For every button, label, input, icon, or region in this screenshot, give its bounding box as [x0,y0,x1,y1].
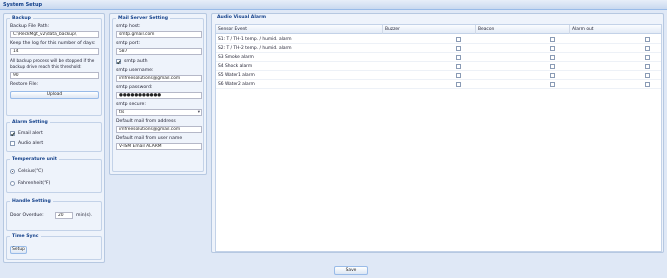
alarm-grid: Sensor Event Buzzer Beacon Alarm out S1:… [215,24,662,252]
col-header-event[interactable]: Sensor Event [216,25,383,34]
event-cell: S5 Water1 alarm [218,73,255,78]
table-row: S5 Water1 alarm [216,71,661,80]
alarm-setting-group: Alarm Setting Email alert Audio alert [6,119,102,152]
save-button[interactable]: Save [334,266,368,275]
smtp-auth-label: smtp auth [124,59,148,64]
threshold-input[interactable]: 90 [10,72,99,79]
backup-group: Backup Backup File Path: C:\ReckMgt_v2\d… [6,15,102,116]
temperature-group: Temperature unit Celsius(℃) Fahrenheit(℉… [6,156,102,193]
table-row: S6 Water2 alarm [216,80,661,89]
audio-visual-column: Audio Visual Alarm Sensor Event Buzzer B… [211,13,664,253]
audio-alert-checkbox[interactable] [10,141,15,146]
upload-button[interactable]: Upload [10,91,99,99]
smtp-username-input[interactable]: imfreesolutions@gmail.com [116,75,202,82]
smtp-secure-value: tls [119,110,125,115]
smtp-password-input[interactable]: ●●●●●●●●●●● [116,92,202,99]
buzzer-checkbox[interactable] [456,46,461,51]
handle-group: Handle Setting Door Overdue: 20 min(s). [6,198,102,231]
smtp-auth-checkbox[interactable] [116,59,121,64]
backup-path-input[interactable]: C:\ReckMgt_v2\data_backup\ [10,31,99,38]
beacon-checkbox[interactable] [550,37,555,42]
smtp-secure-select[interactable]: tls ▾ [116,109,202,116]
backup-legend: Backup [10,15,33,22]
table-row: S1: T / TH-1 temp. / humid. alarm [216,35,661,44]
time-sync-legend: Time Sync [10,233,41,240]
alarm-out-checkbox[interactable] [645,73,650,78]
alarm-out-checkbox[interactable] [645,46,650,51]
event-cell: S2: T / TH-2 temp. / humid. alarm [218,46,292,51]
celsius-label: Celsius(℃) [18,169,44,174]
smtp-host-input[interactable]: smtp.gmail.com [116,31,202,38]
smtp-port-label: smtp port: [116,41,141,46]
fahrenheit-radio[interactable] [10,181,15,186]
from-name-input[interactable]: V-ISM Email ALARM [116,143,202,150]
time-sync-group: Time Sync Setup [6,233,102,260]
handle-legend: Handle Setting [10,198,53,205]
door-overdue-input[interactable]: 20 [55,212,73,219]
footer-bar: Save [0,263,667,278]
from-name-label: Default mail from user name [116,136,183,141]
door-overdue-label: Door Overdue: [10,213,44,218]
beacon-checkbox[interactable] [550,73,555,78]
col-header-alarm-out[interactable]: Alarm out [570,25,663,34]
beacon-checkbox[interactable] [550,46,555,51]
fahrenheit-label: Fahrenheit(℉) [18,181,51,186]
audio-visual-legend: Audio Visual Alarm [217,15,267,20]
from-address-label: Default mail from address [116,119,176,124]
from-address-input[interactable]: imfreesolutions@gmail.com [116,126,202,133]
event-cell: S6 Water2 alarm [218,82,255,87]
audio-alert-label: Audio alert [18,141,44,146]
chevron-down-icon[interactable]: ▾ [198,110,200,115]
event-cell: S1: T / TH-1 temp. / humid. alarm [218,37,292,42]
event-cell: S4 Shock alarm [218,64,253,69]
alarm-out-checkbox[interactable] [645,37,650,42]
threshold-note-2: backup drive reach this threshold: [10,64,82,69]
smtp-port-input[interactable]: 587 [116,48,202,55]
buzzer-checkbox[interactable] [456,82,461,87]
mail-server-group: Mail Server Setting smtp host: smtp.gmai… [112,15,204,172]
alarm-out-checkbox[interactable] [645,82,650,87]
beacon-checkbox[interactable] [550,64,555,69]
table-row: S3 Smoke alarm [216,53,661,62]
temperature-legend: Temperature unit [10,156,59,163]
celsius-radio[interactable] [10,169,15,174]
grid-header: Sensor Event Buzzer Beacon Alarm out [216,25,661,34]
smtp-password-label: smtp password: [116,85,153,90]
mail-server-legend: Mail Server Setting [116,15,171,22]
window-title: System Setup [0,0,667,10]
door-overdue-unit: min(s). [76,213,93,218]
table-row: S4 Shock alarm [216,62,661,71]
smtp-username-label: smtp username: [116,68,154,73]
alarm-out-checkbox[interactable] [645,55,650,60]
buzzer-checkbox[interactable] [456,64,461,69]
buzzer-checkbox[interactable] [456,73,461,78]
restore-file-label: Restore File: [10,82,39,87]
smtp-host-label: smtp host: [116,24,141,29]
mail-server-column: Mail Server Setting smtp host: smtp.gmai… [109,13,207,175]
event-cell: S3 Smoke alarm [218,55,254,60]
col-header-beacon[interactable]: Beacon [476,25,570,34]
setup-button[interactable]: Setup [10,246,27,254]
smtp-secure-label: smtp secure: [116,102,146,107]
left-column: Backup Backup File Path: C:\ReckMgt_v2\d… [3,13,105,263]
table-row: S2: T / TH-2 temp. / humid. alarm [216,44,661,53]
keep-log-input[interactable]: 14 [10,48,99,55]
alarm-out-checkbox[interactable] [645,64,650,69]
beacon-checkbox[interactable] [550,55,555,60]
email-alert-checkbox[interactable] [10,131,15,136]
buzzer-checkbox[interactable] [456,55,461,60]
email-alert-label: Email alert [18,131,43,136]
beacon-checkbox[interactable] [550,82,555,87]
keep-log-label: Keep the log for this number of days: [10,41,96,46]
alarm-setting-legend: Alarm Setting [10,119,50,126]
col-header-buzzer[interactable]: Buzzer [383,25,476,34]
buzzer-checkbox[interactable] [456,37,461,42]
backup-path-label: Backup File Path: [10,24,50,29]
